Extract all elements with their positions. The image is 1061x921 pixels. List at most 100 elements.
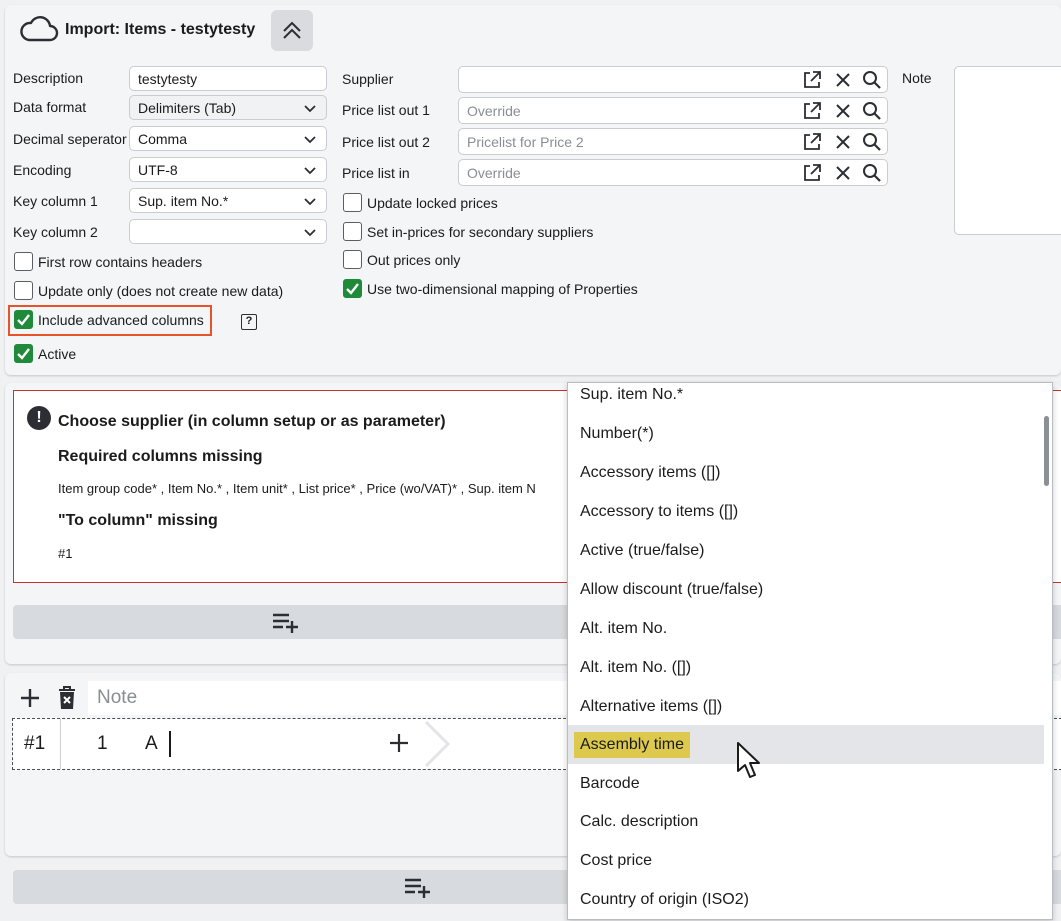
option-label: Accessory items ([]) — [580, 463, 721, 481]
dropdown-option[interactable]: Accessory items ([]) — [568, 453, 1044, 492]
option-label: Number(*) — [580, 424, 654, 442]
lookup-icons-price-list-in — [800, 161, 886, 185]
column-note-placeholder: Note — [97, 687, 138, 708]
dropdown-option[interactable]: Number(*) — [568, 414, 1044, 453]
out-prices-only-checkbox[interactable] — [343, 250, 362, 269]
two-dim-mapping-label: Use two-dimensional mapping of Propertie… — [367, 281, 638, 297]
dropdown-option[interactable]: Barcode — [568, 764, 1044, 803]
page-title: Import: Items - testytesty — [65, 21, 256, 38]
playlist-add-icon — [273, 613, 298, 633]
column-select-dropdown[interactable]: Sup. item No.* Number(*) Accessory items… — [567, 382, 1053, 920]
search-icon[interactable] — [861, 131, 883, 153]
search-icon[interactable] — [861, 100, 883, 122]
option-label: Assembly time — [574, 731, 691, 758]
encoding-label: Encoding — [13, 162, 72, 178]
scrollbar-thumb[interactable] — [1044, 416, 1049, 486]
checkmark-icon — [17, 314, 30, 326]
text-caret — [169, 731, 171, 757]
chevron-down-icon — [304, 167, 316, 175]
data-format-select[interactable]: Delimiters (Tab) — [129, 95, 327, 120]
active-checkbox[interactable] — [14, 344, 33, 363]
note-textarea[interactable] — [954, 66, 1061, 235]
include-advanced-checkbox[interactable] — [14, 310, 33, 329]
option-label: Alt. item No. ([]) — [580, 658, 692, 676]
alert-icon: ! — [27, 406, 51, 430]
set-in-prices-secondary-checkbox[interactable] — [343, 222, 362, 241]
dropdown-option[interactable]: Active (true/false) — [568, 531, 1044, 570]
active-label: Active — [38, 346, 77, 362]
clear-icon[interactable] — [832, 162, 854, 184]
dropdown-option[interactable]: Sup. item No.* — [568, 383, 1044, 414]
key-column-1-value: Sup. item No.* — [138, 192, 229, 209]
option-label: Cost price — [580, 851, 653, 869]
first-row-headers-checkbox[interactable] — [14, 252, 33, 271]
search-icon[interactable] — [861, 162, 883, 184]
column-row-id: #1 — [24, 733, 46, 754]
delete-icon[interactable] — [56, 685, 78, 711]
collapse-button[interactable] — [271, 10, 313, 51]
clear-icon[interactable] — [832, 100, 854, 122]
open-external-icon[interactable] — [801, 69, 823, 91]
update-locked-prices-label: Update locked prices — [367, 195, 498, 211]
playlist-add-icon — [405, 878, 430, 898]
help-icon: ? — [245, 315, 253, 327]
required-columns-list: Item group code* , Item No.* , Item unit… — [58, 481, 536, 496]
dropdown-option[interactable]: Accessory to items ([]) — [568, 492, 1044, 531]
decimal-separator-value: Comma — [138, 130, 188, 147]
help-button[interactable]: ? — [241, 314, 257, 330]
required-columns-heading: Required columns missing — [58, 448, 263, 465]
option-label: Accessory to items ([]) — [580, 502, 739, 520]
key-column-2-select[interactable] — [129, 219, 327, 244]
option-label: Country of origin (ISO2) — [580, 890, 749, 908]
dropdown-option[interactable]: Calc. description — [568, 802, 1044, 841]
validation-title: Choose supplier (in column setup or as p… — [58, 413, 446, 430]
note-label: Note — [902, 70, 932, 86]
encoding-select[interactable]: UTF-8 — [129, 157, 327, 182]
supplier-label: Supplier — [342, 71, 394, 87]
description-input[interactable]: testytesty — [129, 66, 327, 91]
dropdown-option[interactable]: Allow discount (true/false) — [568, 570, 1044, 609]
option-label: Barcode — [580, 774, 640, 792]
update-only-label: Update only (does not create new data) — [38, 283, 284, 299]
dropdown-scrollbar[interactable] — [1042, 383, 1052, 919]
data-format-value: Delimiters (Tab) — [138, 99, 237, 116]
dropdown-option[interactable]: Cost price — [568, 841, 1044, 880]
set-in-prices-secondary-label: Set in-prices for secondary suppliers — [367, 224, 594, 240]
key-column-1-label: Key column 1 — [13, 193, 98, 209]
clear-icon[interactable] — [832, 131, 854, 153]
option-label: Calc. description — [580, 812, 699, 830]
lookup-icons-price-list-out-2 — [800, 130, 886, 154]
dropdown-option[interactable]: Country of origin (ISO2) — [568, 880, 1044, 919]
price-list-out-1-label: Price list out 1 — [342, 102, 430, 118]
column-row-index: 1 — [97, 733, 108, 754]
add-icon[interactable] — [18, 686, 42, 710]
two-dim-mapping-checkbox[interactable] — [343, 279, 362, 298]
chevron-down-icon — [304, 105, 316, 113]
update-only-checkbox[interactable] — [14, 281, 33, 300]
cloud-icon — [20, 16, 59, 42]
search-icon[interactable] — [861, 69, 883, 91]
mouse-cursor-icon — [737, 742, 760, 778]
update-locked-prices-checkbox[interactable] — [343, 193, 362, 212]
to-column-value: #1 — [58, 546, 73, 561]
price-list-out-2-label: Price list out 2 — [342, 134, 430, 150]
decimal-separator-select[interactable]: Comma — [129, 126, 327, 151]
open-external-icon[interactable] — [801, 162, 823, 184]
clear-icon[interactable] — [832, 69, 854, 91]
option-label: Sup. item No.* — [580, 385, 684, 403]
open-external-icon[interactable] — [801, 100, 823, 122]
option-label: Alternative items ([]) — [580, 697, 723, 715]
key-column-1-select[interactable]: Sup. item No.* — [129, 188, 327, 213]
dropdown-option[interactable]: Alt. item No. ([]) — [568, 648, 1044, 687]
chevron-down-icon — [304, 136, 316, 144]
add-mapping-icon[interactable] — [388, 732, 410, 754]
dropdown-option-hovered[interactable]: Assembly time — [568, 725, 1044, 764]
column-row-letter: A — [145, 733, 158, 754]
key-column-2-label: Key column 2 — [13, 224, 98, 240]
dropdown-option[interactable]: Alt. item No. — [568, 609, 1044, 648]
column-divider — [60, 719, 61, 769]
dropdown-option[interactable]: Alternative items ([]) — [568, 687, 1044, 726]
lookup-icons-price-list-out-1 — [800, 99, 886, 123]
open-external-icon[interactable] — [801, 131, 823, 153]
arrow-separator-icon — [424, 720, 451, 768]
